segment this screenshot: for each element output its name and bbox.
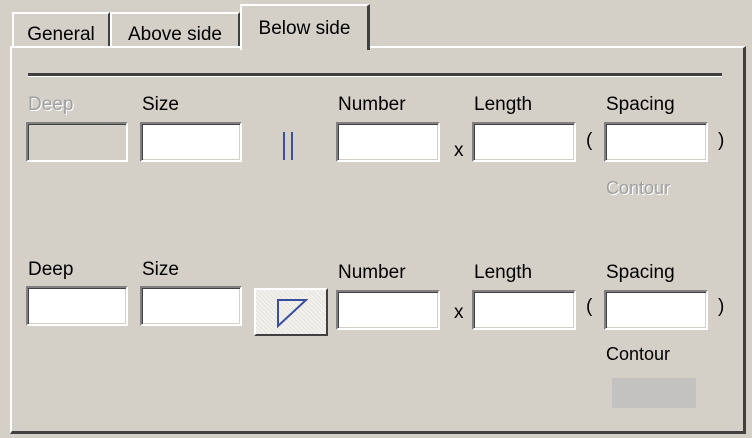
row1-spacing-label: Spacing (606, 94, 675, 115)
separator-line (28, 73, 722, 77)
row1-times-sign: x (454, 140, 464, 161)
row2-close-paren: ) (718, 296, 725, 317)
row2-contour-label: Contour (606, 344, 671, 364)
parallel-bars-icon (283, 132, 293, 160)
shape-toggle-button[interactable] (254, 288, 328, 336)
row1-number-label: Number (338, 94, 406, 115)
row1-number-input[interactable] (336, 122, 440, 162)
row2-size-label: Size (142, 259, 179, 280)
row2-spacing-input[interactable] (604, 290, 708, 330)
row2-size-input[interactable] (140, 286, 242, 326)
row2-number-input[interactable] (336, 290, 440, 330)
row2-deep-label: Deep (28, 259, 74, 280)
tab-above-side[interactable]: Above side (110, 12, 240, 48)
row2-open-paren: ( (586, 296, 593, 317)
row1-contour-label: Contour (606, 178, 671, 198)
row1-open-paren: ( (586, 130, 593, 151)
triangle-icon (277, 299, 308, 328)
row1-length-input[interactable] (472, 122, 576, 162)
row1-length-label: Length (474, 94, 533, 115)
row1-size-input[interactable] (140, 122, 242, 162)
row2-number-label: Number (338, 262, 406, 283)
row1-close-paren: ) (718, 130, 725, 151)
contour-button[interactable] (612, 378, 696, 408)
row1-size-label: Size (142, 94, 179, 115)
row1-deep-label: Deep (28, 94, 74, 115)
tab-below-side[interactable]: Below side (240, 4, 370, 50)
row2-length-input[interactable] (472, 290, 576, 330)
row1-deep-input[interactable] (26, 122, 128, 162)
row2-spacing-label: Spacing (606, 262, 675, 283)
row1-spacing-input[interactable] (604, 122, 708, 162)
row2-times-sign: x (454, 302, 464, 323)
tab-general[interactable]: General (12, 12, 110, 48)
row2-length-label: Length (474, 262, 533, 283)
tab-strip: General Above side Below side (0, 0, 752, 50)
row2-deep-input[interactable] (26, 286, 128, 326)
